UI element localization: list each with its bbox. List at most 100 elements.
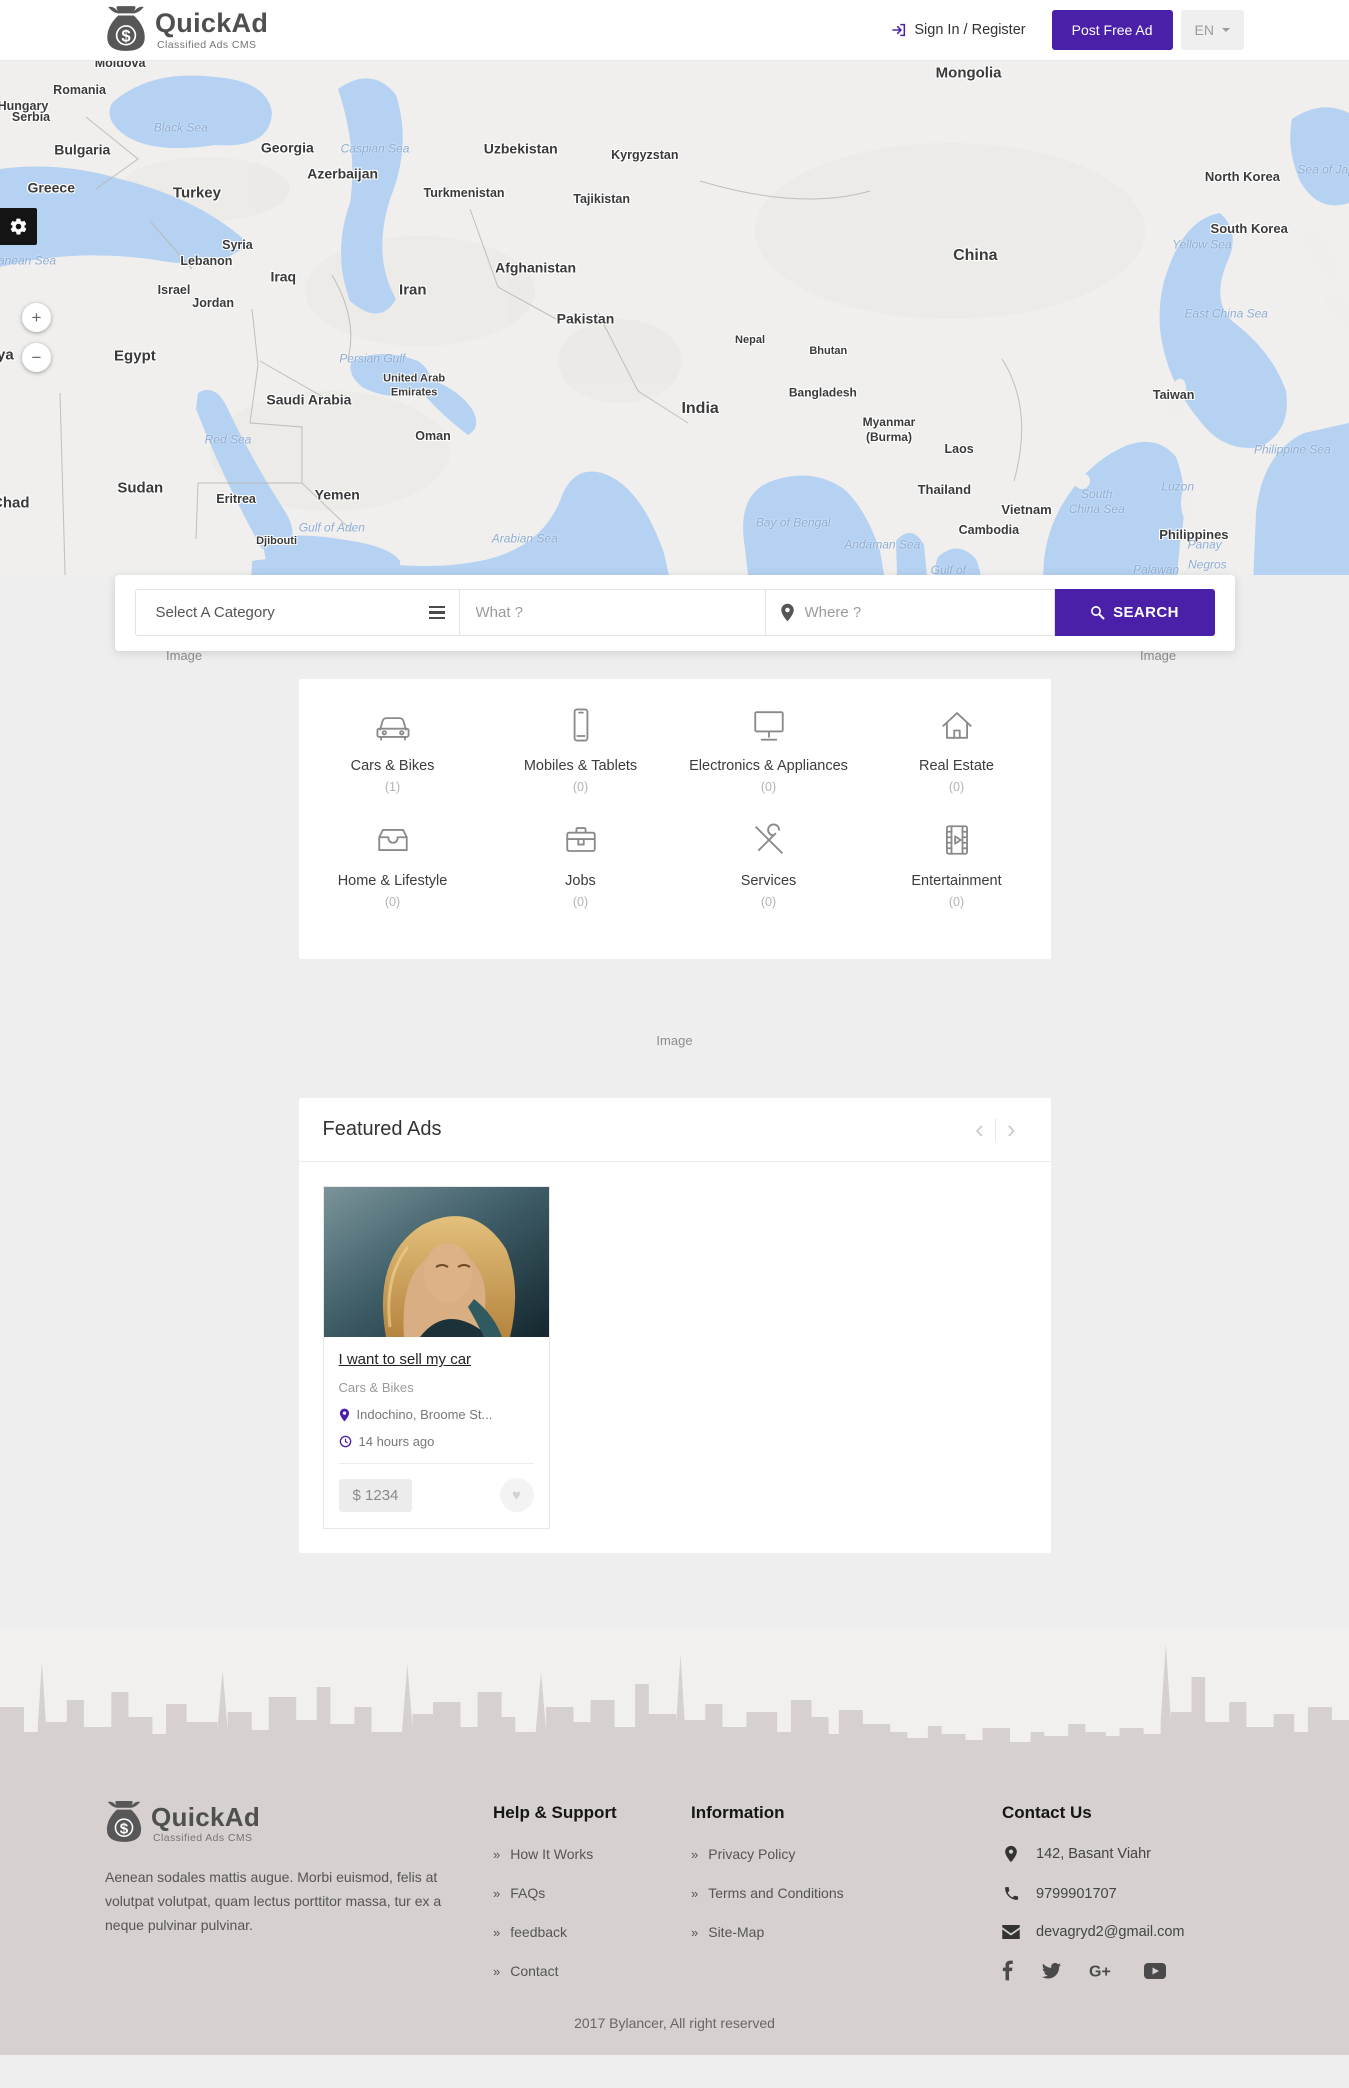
footer-link[interactable]: » Site-Map — [691, 1924, 936, 1940]
map-country-label: Thailand — [917, 482, 972, 498]
map-settings-button[interactable] — [0, 208, 37, 245]
map-country-label: Bhutan — [809, 345, 848, 358]
carousel-next-button[interactable]: › — [994, 1116, 1027, 1142]
googleplus-icon[interactable]: G+ — [1089, 1962, 1117, 1980]
double-chevron-icon: » — [691, 1847, 699, 1862]
category-item-entertainment[interactable]: Entertainment (0) — [863, 816, 1051, 909]
category-item-electronics-appliances[interactable]: Electronics & Appliances (0) — [675, 701, 863, 794]
map-country-label: Bulgaria — [54, 141, 111, 158]
map-country-label: Vietnam — [1001, 501, 1052, 517]
location-pin-icon — [1002, 1845, 1020, 1863]
double-chevron-icon: » — [493, 1886, 501, 1901]
map-country-label: United Arab Emirates — [383, 372, 446, 399]
map-zoom-in-button[interactable]: + — [22, 303, 51, 332]
twitter-icon[interactable] — [1041, 1962, 1062, 1980]
footer-about-text: Aenean sodales mattis augue. Morbi euism… — [105, 1869, 442, 1934]
logo[interactable]: $ QuickAd Classified Ads CMS — [105, 3, 268, 58]
map-country-label: Saudi Arabia — [266, 391, 352, 408]
footer-phone-row[interactable]: 9799901707 — [1002, 1885, 1244, 1902]
map-country-label: Greece — [27, 179, 75, 196]
map-sea-label: Philippine Sea — [1253, 442, 1331, 457]
footer-link[interactable]: » Contact — [493, 1963, 691, 1979]
map-country-label: South Korea — [1210, 220, 1288, 236]
map-country-label: Moldova — [94, 61, 146, 70]
double-chevron-icon: » — [691, 1925, 699, 1940]
search-button-label: SEARCH — [1113, 604, 1179, 621]
map-sea-label: Panay — [1187, 537, 1222, 552]
mobile-icon — [487, 701, 675, 749]
category-label: Jobs — [565, 873, 596, 889]
category-label: Mobiles & Tablets — [523, 758, 638, 774]
map-country-label: Lebanon — [180, 254, 233, 269]
map-zoom-out-button[interactable]: − — [22, 343, 51, 372]
map-country-label: Tajikistan — [573, 192, 631, 207]
car-icon — [299, 701, 487, 749]
category-label: Real Estate — [919, 758, 994, 774]
footer-logo[interactable]: $ QuickAd Classified Ads CMS — [105, 1798, 455, 1849]
clock-icon — [339, 1435, 352, 1448]
svg-text:$: $ — [120, 1820, 129, 1837]
map-country-label: Israel — [157, 282, 191, 297]
map-country-label: Turkmenistan — [423, 186, 505, 201]
category-count: (0) — [948, 780, 965, 794]
featured-ads-title: Featured Ads — [322, 1118, 442, 1141]
ad-title-link[interactable]: I want to sell my car — [339, 1351, 472, 1368]
map-country-label: Turkey — [172, 185, 221, 203]
map-country-label: Uzbekistan — [483, 140, 558, 157]
city-skyline-illustration — [0, 1627, 1349, 1762]
where-input[interactable] — [794, 604, 1054, 621]
footer-logo-title: QuickAd — [151, 1801, 261, 1832]
footer: $ QuickAd Classified Ads CMS Aenean soda… — [0, 1762, 1349, 1991]
category-item-mobiles-tablets[interactable]: Mobiles & Tablets (0) — [487, 701, 675, 794]
footer-email-row[interactable]: devagryd2@gmail.com — [1002, 1924, 1244, 1940]
favorite-button[interactable]: ♥ — [499, 1478, 534, 1513]
featured-ad-card[interactable]: I want to sell my car Cars & Bikes Indochi… — [322, 1186, 550, 1530]
youtube-icon[interactable] — [1144, 1962, 1166, 1979]
film-icon — [863, 816, 1051, 864]
category-item-cars-bikes[interactable]: Cars & Bikes (1) — [299, 701, 487, 794]
ad-photo[interactable] — [323, 1187, 549, 1338]
category-item-real-estate[interactable]: Real Estate (0) — [863, 701, 1051, 794]
map-country-label: Mongolia — [935, 64, 1002, 82]
envelope-icon — [1002, 1925, 1020, 1939]
money-bag-icon: $ — [105, 3, 147, 58]
map-country-label: Eritrea — [216, 491, 256, 506]
map-sea-label: Black Sea — [153, 120, 208, 135]
footer-column-title: Information — [691, 1803, 785, 1822]
category-count: (0) — [572, 780, 589, 794]
search-button[interactable]: SEARCH — [1054, 589, 1215, 636]
world-map[interactable]: Hungary Moldova Romania Serbia Bulgaria Greec… — [0, 61, 1349, 608]
post-free-ad-button[interactable]: Post Free Ad — [1051, 10, 1173, 50]
footer-link[interactable]: » feedback — [493, 1924, 691, 1940]
footer-logo-subtitle: Classified Ads CMS — [153, 1831, 253, 1844]
map-country-label: Azerbaijan — [307, 165, 379, 182]
category-item-jobs[interactable]: Jobs (0) — [487, 816, 675, 909]
map-sea-label: East China Sea — [1184, 306, 1268, 321]
ad-location: Indochino, Broome St... — [356, 1407, 493, 1423]
map-country-label: Hungary — [0, 99, 49, 114]
gear-icon — [9, 217, 28, 236]
map-country-label: Pakistan — [556, 309, 615, 326]
category-item-services[interactable]: Services (0) — [675, 816, 863, 909]
footer-link[interactable]: » How It Works — [493, 1846, 691, 1862]
carousel-prev-button[interactable]: ‹ — [964, 1116, 995, 1142]
category-count: (0) — [760, 895, 777, 909]
sign-in-link[interactable]: Sign In / Register — [891, 22, 1026, 38]
monitor-icon — [675, 701, 863, 749]
map-country-label: India — [681, 400, 719, 418]
map-sea-label: Red Sea — [204, 432, 252, 447]
map-sea-label: anean Sea — [0, 253, 56, 268]
double-chevron-icon: » — [493, 1847, 501, 1862]
facebook-icon[interactable] — [1002, 1960, 1014, 1981]
ad-price: $ 1234 — [338, 1478, 413, 1512]
double-chevron-icon: » — [493, 1964, 501, 1979]
footer-link[interactable]: » Terms and Conditions — [691, 1885, 936, 1901]
map-country-label: Syria — [222, 238, 253, 253]
footer-link[interactable]: » FAQs — [493, 1885, 691, 1901]
footer-link[interactable]: » Privacy Policy — [691, 1846, 936, 1862]
category-select[interactable]: Select A Category — [134, 589, 460, 636]
what-input[interactable] — [459, 589, 766, 636]
money-bag-icon: $ — [105, 1798, 143, 1849]
language-dropdown[interactable]: EN — [1180, 10, 1244, 50]
category-item-home-lifestyle[interactable]: Home & Lifestyle (0) — [299, 816, 487, 909]
